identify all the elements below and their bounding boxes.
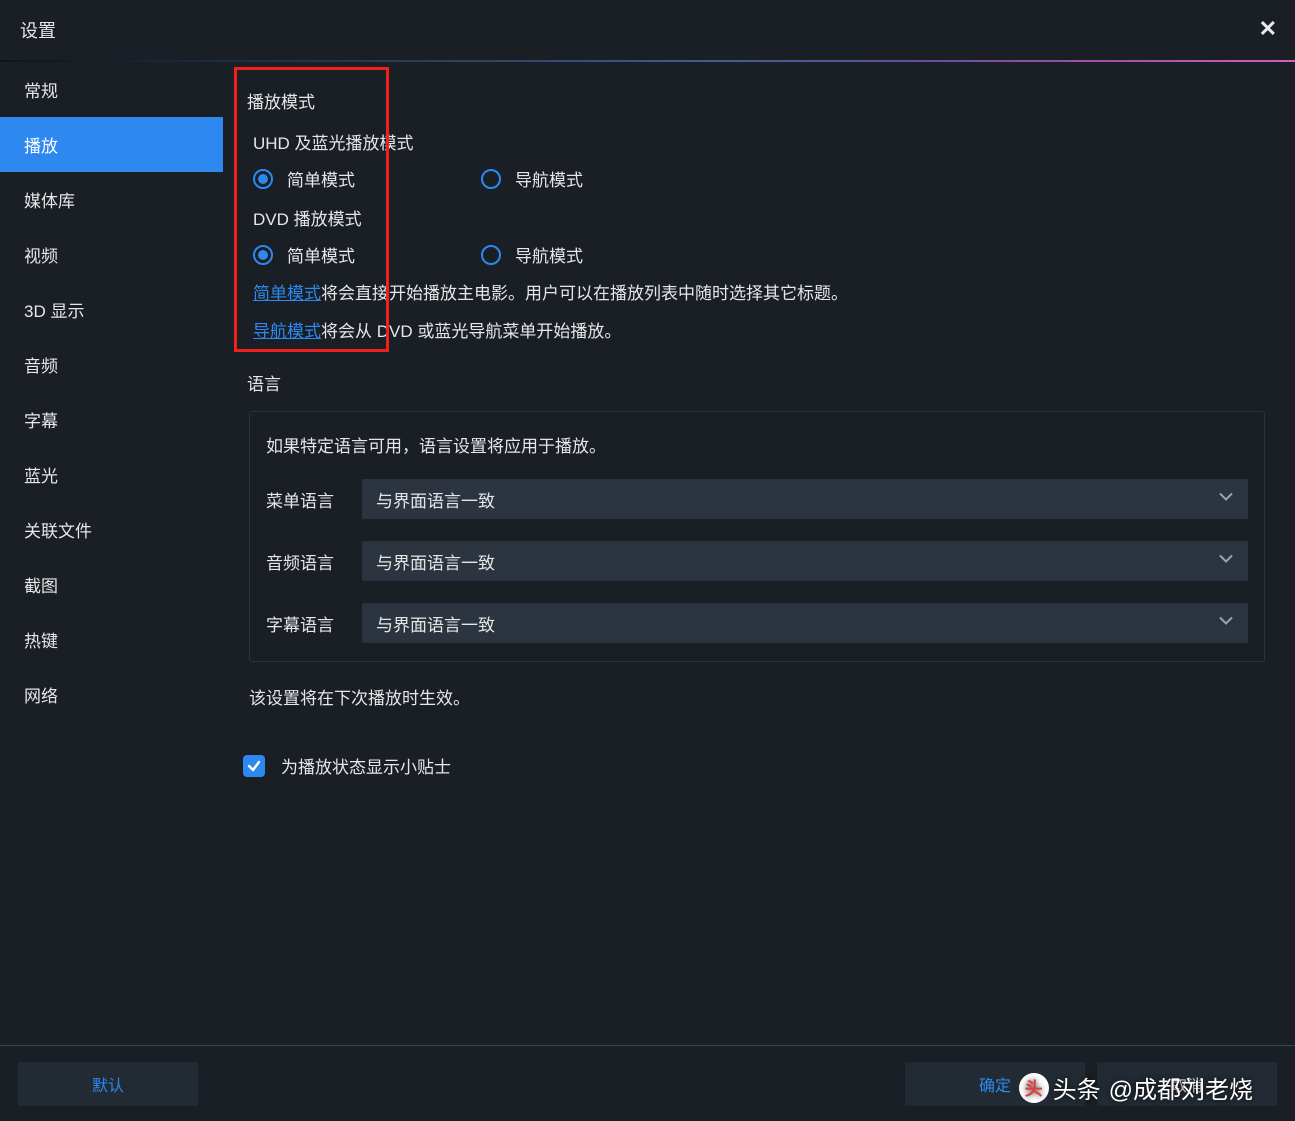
tips-checkbox-row: 为播放状态显示小贴士: [243, 753, 1265, 778]
sidebar-item-file-association[interactable]: 关联文件: [0, 502, 223, 557]
radio-unchecked-icon: [481, 169, 501, 189]
content-panel: 播放模式 UHD 及蓝光播放模式 简单模式 导航模式 DVD 播放模式 简单模式: [223, 62, 1295, 942]
uhd-nav-label: 导航模式: [515, 166, 583, 191]
menu-language-label: 菜单语言: [266, 487, 362, 512]
sidebar-item-bluray[interactable]: 蓝光: [0, 447, 223, 502]
uhd-radio-row: 简单模式 导航模式: [253, 166, 1265, 191]
sidebar-item-network[interactable]: 网络: [0, 667, 223, 722]
playback-mode-block: UHD 及蓝光播放模式 简单模式 导航模式 DVD 播放模式 简单模式: [253, 129, 1265, 344]
audio-language-row: 音频语言 与界面语言一致: [266, 541, 1248, 581]
dvd-simple-radio[interactable]: 简单模式: [253, 242, 481, 267]
simple-mode-hint: 简单模式将会直接开始播放主电影。用户可以在播放列表中随时选择其它标题。: [253, 281, 1265, 307]
language-box: 如果特定语言可用，语言设置将应用于播放。 菜单语言 与界面语言一致 音频语言 与…: [249, 411, 1265, 662]
simple-mode-text: 将会直接开始播放主电影。用户可以在播放列表中随时选择其它标题。: [321, 284, 848, 303]
language-title: 语言: [247, 370, 1265, 395]
chevron-down-icon: [1218, 613, 1234, 634]
menu-language-row: 菜单语言 与界面语言一致: [266, 479, 1248, 519]
simple-mode-link[interactable]: 简单模式: [253, 284, 321, 303]
sidebar-item-screenshot[interactable]: 截图: [0, 557, 223, 612]
dvd-nav-label: 导航模式: [515, 242, 583, 267]
footer: 默认 确定 取消: [0, 1046, 1295, 1121]
default-button[interactable]: 默认: [18, 1062, 198, 1106]
uhd-simple-radio[interactable]: 简单模式: [253, 166, 481, 191]
audio-language-value: 与界面语言一致: [376, 549, 495, 574]
sidebar-item-general[interactable]: 常规: [0, 62, 223, 117]
window-title: 设置: [20, 17, 56, 43]
language-note: 如果特定语言可用，语言设置将应用于播放。: [266, 432, 1248, 457]
sidebar-item-3d-display[interactable]: 3D 显示: [0, 282, 223, 337]
nav-mode-hint: 导航模式将会从 DVD 或蓝光导航菜单开始播放。: [253, 319, 1265, 345]
chevron-down-icon: [1218, 489, 1234, 510]
radio-checked-icon: [253, 169, 273, 189]
subtitle-language-value: 与界面语言一致: [376, 611, 495, 636]
cancel-button[interactable]: 取消: [1097, 1062, 1277, 1106]
radio-checked-icon: [253, 245, 273, 265]
sidebar-item-subtitle[interactable]: 字幕: [0, 392, 223, 447]
sidebar-item-hotkeys[interactable]: 热键: [0, 612, 223, 667]
sidebar-item-media-library[interactable]: 媒体库: [0, 172, 223, 227]
menu-language-value: 与界面语言一致: [376, 487, 495, 512]
subtitle-language-row: 字幕语言 与界面语言一致: [266, 603, 1248, 643]
sidebar: 常规 播放 媒体库 视频 3D 显示 音频 字幕 蓝光 关联文件 截图 热键 网…: [0, 62, 223, 942]
uhd-bluray-mode-title: UHD 及蓝光播放模式: [253, 129, 1265, 154]
ok-button[interactable]: 确定: [905, 1062, 1085, 1106]
tips-label: 为播放状态显示小贴士: [281, 753, 451, 778]
dvd-radio-row: 简单模式 导航模式: [253, 242, 1265, 267]
main-area: 常规 播放 媒体库 视频 3D 显示 音频 字幕 蓝光 关联文件 截图 热键 网…: [0, 62, 1295, 942]
playback-mode-title: 播放模式: [247, 88, 1265, 113]
check-icon: [246, 758, 262, 774]
subtitle-language-label: 字幕语言: [266, 611, 362, 636]
menu-language-dropdown[interactable]: 与界面语言一致: [362, 479, 1248, 519]
language-effect-note: 该设置将在下次播放时生效。: [249, 684, 1265, 709]
audio-language-dropdown[interactable]: 与界面语言一致: [362, 541, 1248, 581]
dvd-nav-radio[interactable]: 导航模式: [481, 242, 583, 267]
close-icon[interactable]: ✕: [1259, 16, 1277, 42]
tips-checkbox[interactable]: [243, 755, 265, 777]
nav-mode-text: 将会从 DVD 或蓝光导航菜单开始播放。: [321, 322, 621, 341]
audio-language-label: 音频语言: [266, 549, 362, 574]
dvd-simple-label: 简单模式: [287, 242, 355, 267]
sidebar-item-playback[interactable]: 播放: [0, 117, 223, 172]
subtitle-language-dropdown[interactable]: 与界面语言一致: [362, 603, 1248, 643]
dvd-mode-title: DVD 播放模式: [253, 205, 1265, 230]
language-section: 语言 如果特定语言可用，语言设置将应用于播放。 菜单语言 与界面语言一致 音频语…: [241, 370, 1265, 709]
nav-mode-link[interactable]: 导航模式: [253, 322, 321, 341]
radio-unchecked-icon: [481, 245, 501, 265]
sidebar-item-video[interactable]: 视频: [0, 227, 223, 282]
chevron-down-icon: [1218, 551, 1234, 572]
sidebar-item-audio[interactable]: 音频: [0, 337, 223, 392]
uhd-nav-radio[interactable]: 导航模式: [481, 166, 583, 191]
titlebar: 设置 ✕: [0, 0, 1295, 60]
uhd-simple-label: 简单模式: [287, 166, 355, 191]
